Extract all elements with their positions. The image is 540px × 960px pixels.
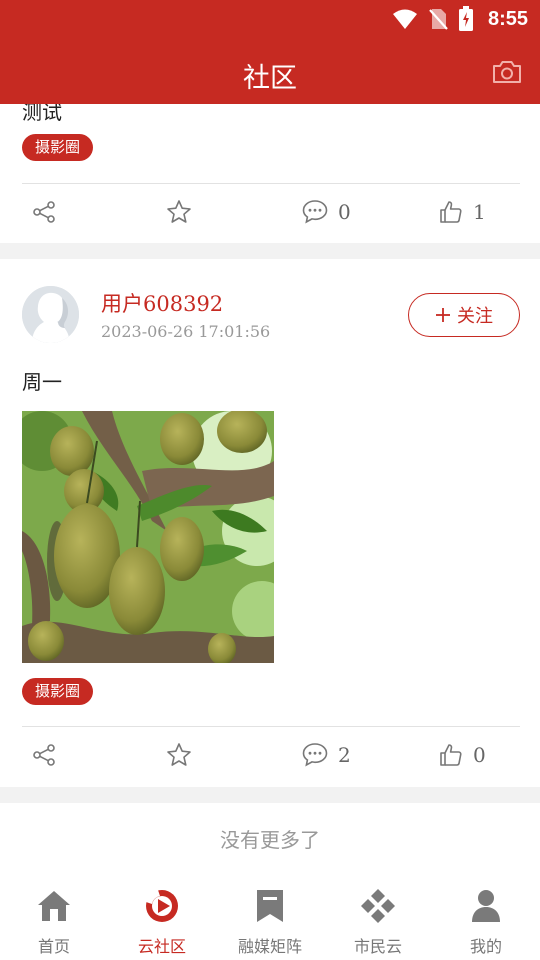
comment-button[interactable]: 0 [302,183,351,241]
post-image[interactable] [22,411,274,663]
tab-community[interactable]: 云社区 [108,880,216,960]
post-feed[interactable]: 测试 摄影圈 0 1 用户608392 2023-06-26 17:01:56 … [0,104,540,880]
post-username[interactable]: 用户608392 [101,288,223,318]
share-button[interactable] [32,183,56,241]
tab-media-matrix[interactable]: 融媒矩阵 [216,880,324,960]
post-separator [0,243,540,259]
status-bar: 8:55 [0,0,540,38]
star-icon [167,200,191,223]
post-text: 测试 [22,104,62,124]
post-separator [0,787,540,803]
avatar[interactable] [22,286,79,343]
tab-label: 首页 [37,937,70,956]
comment-count: 0 [338,200,351,224]
bottom-tab-bar: 首页 云社区 融媒矩阵 市民云 我的 [0,880,540,960]
comment-button[interactable]: 2 [302,726,351,784]
no-sim-icon [429,9,448,30]
follow-label: 关注 [457,306,493,327]
like-count: 0 [473,743,486,767]
user-icon [472,890,500,922]
thumbs-up-icon [440,201,462,223]
tab-me[interactable]: 我的 [432,880,540,960]
like-button[interactable]: 1 [439,183,486,241]
end-of-list-text: 没有更多了 [220,828,320,852]
citizen-cloud-icon [361,889,395,923]
tab-label: 市民云 [353,937,402,956]
post-tag[interactable]: 摄影圈 [22,134,94,161]
wifi-icon [392,9,417,29]
share-button[interactable] [32,726,56,784]
share-icon [33,744,55,766]
comment-icon [302,200,328,224]
bookmark-icon [257,890,283,922]
like-button[interactable]: 0 [439,726,486,784]
tab-label: 融媒矩阵 [237,937,302,956]
post-tag[interactable]: 摄影圈 [22,678,94,705]
share-icon [33,201,55,223]
favorite-button[interactable] [166,726,192,784]
like-count: 1 [473,200,486,224]
post-timestamp: 2023-06-26 17:01:56 [101,322,271,341]
follow-button[interactable]: 关注 [408,293,520,337]
jackfruit-photo [22,411,274,663]
camera-icon[interactable] [492,60,522,84]
home-icon [38,891,70,921]
default-avatar-icon [22,286,79,343]
star-icon [167,743,191,766]
comment-icon [302,743,328,767]
tab-label: 云社区 [137,937,186,956]
tab-home[interactable]: 首页 [0,880,108,960]
community-icon [146,890,178,922]
post-actions: 0 1 [0,183,540,241]
status-time: 8:55 [487,7,528,30]
app-header: 8:55 社区 [0,0,540,104]
post-text: 周一 [22,370,62,394]
post-actions: 2 0 [0,726,540,784]
tab-citizen-cloud[interactable]: 市民云 [324,880,432,960]
favorite-button[interactable] [166,183,192,241]
thumbs-up-icon [440,744,462,766]
page-title: 社区 [243,63,297,94]
plus-icon [436,308,450,322]
comment-count: 2 [338,743,351,767]
battery-icon [458,6,473,31]
tab-label: 我的 [469,937,502,956]
